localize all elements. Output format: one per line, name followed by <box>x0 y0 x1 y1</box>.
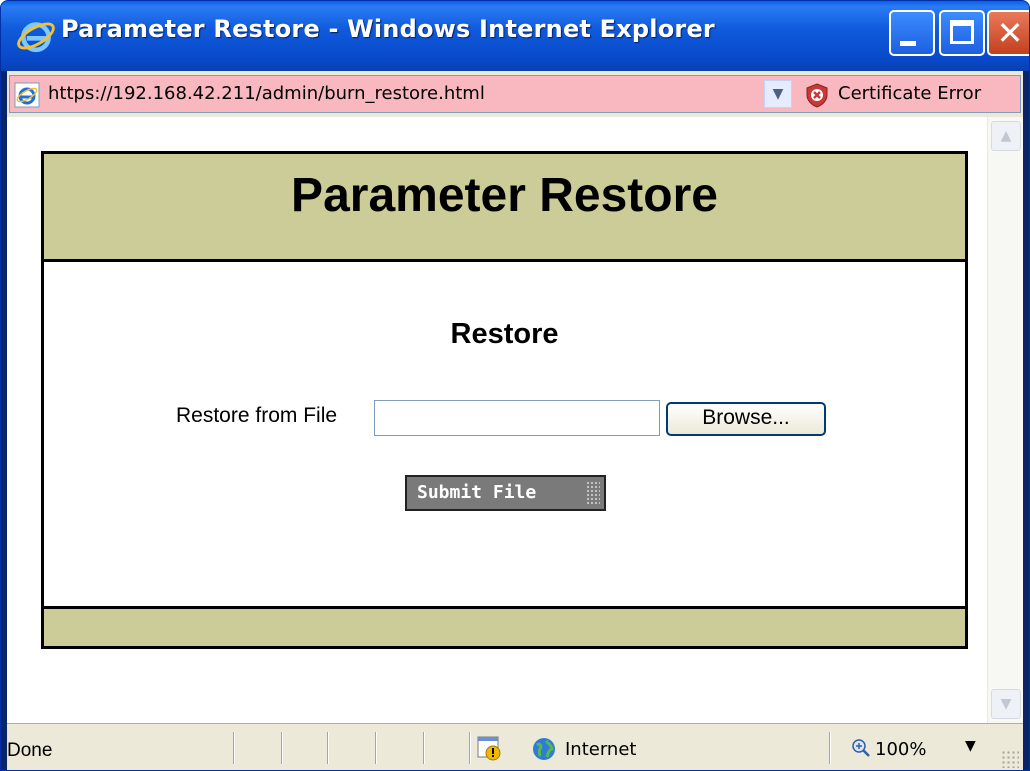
submit-file-button[interactable]: Submit File <box>405 475 606 511</box>
address-bar: https://192.168.42.211/admin/burn_restor… <box>7 71 1023 117</box>
address-url[interactable]: https://192.168.42.211/admin/burn_restor… <box>48 83 485 104</box>
submit-file-label: Submit File <box>417 482 537 503</box>
status-bar: Done Internet 100% ▼ <box>7 723 1023 770</box>
zoom-magnifier-icon[interactable] <box>851 738 871 758</box>
browser-window: Parameter Restore - Windows Internet Exp… <box>0 0 1030 771</box>
close-icon: ✕ <box>996 14 1024 52</box>
status-divider <box>423 732 425 764</box>
resize-grip-icon[interactable] <box>1001 750 1019 768</box>
status-divider <box>375 732 377 764</box>
restore-file-input[interactable] <box>374 400 660 436</box>
minimize-icon <box>900 41 916 46</box>
restore-file-label: Restore from File <box>176 404 338 427</box>
page-footer <box>44 606 965 646</box>
section-title: Restore <box>450 318 559 350</box>
scroll-up-icon[interactable]: ▲ <box>991 121 1021 151</box>
browse-button[interactable]: Browse... <box>666 402 826 436</box>
status-divider <box>281 732 283 764</box>
page-header: Parameter Restore <box>44 154 965 262</box>
page-viewport: Parameter Restore Restore Restore from F… <box>7 117 987 723</box>
window-title: Parameter Restore - Windows Internet Exp… <box>61 15 715 43</box>
certificate-error-shield-icon[interactable] <box>804 82 830 108</box>
status-divider <box>327 732 329 764</box>
maximize-icon <box>950 20 974 44</box>
maximize-button[interactable] <box>939 10 985 56</box>
scroll-down-icon[interactable]: ▼ <box>991 689 1021 719</box>
ie-page-icon <box>14 82 40 108</box>
close-button[interactable]: ✕ <box>987 10 1029 56</box>
status-divider <box>233 732 235 764</box>
page-title: Parameter Restore <box>291 169 718 222</box>
address-dropdown-icon[interactable]: ▼ <box>764 80 792 108</box>
internet-globe-icon <box>533 738 555 760</box>
status-divider <box>469 732 471 764</box>
address-field[interactable]: https://192.168.42.211/admin/burn_restor… <box>9 75 1021 113</box>
vertical-scrollbar[interactable]: ▲ ▼ <box>987 117 1023 723</box>
title-bar[interactable]: Parameter Restore - Windows Internet Exp… <box>1 1 1029 71</box>
zoom-dropdown-icon[interactable]: ▼ <box>965 738 976 754</box>
page-frame: Parameter Restore Restore Restore from F… <box>41 151 968 649</box>
status-divider <box>829 732 831 764</box>
status-text: Done <box>7 740 53 761</box>
security-alert-icon[interactable] <box>475 734 503 762</box>
certificate-error-label[interactable]: Certificate Error <box>838 83 981 104</box>
submit-grip-icon <box>586 481 600 505</box>
security-zone-label: Internet <box>565 739 637 760</box>
ie-logo-icon <box>17 22 55 53</box>
minimize-button[interactable] <box>889 10 935 56</box>
zoom-level[interactable]: 100% <box>875 739 926 760</box>
